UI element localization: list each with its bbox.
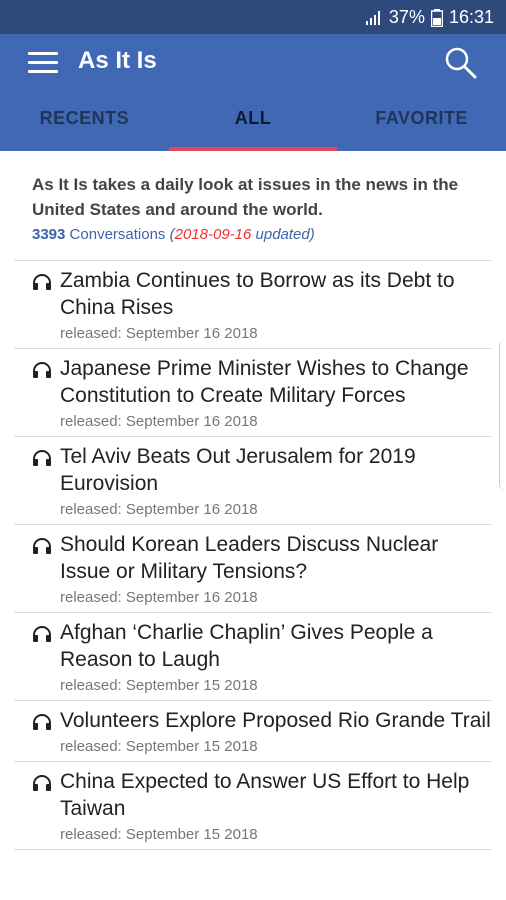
list-item[interactable]: Should Korean Leaders Discuss Nuclear Is… bbox=[14, 525, 492, 613]
scroll-edge-indicator bbox=[499, 340, 506, 490]
battery-icon bbox=[430, 8, 443, 27]
episode-list: Zambia Continues to Borrow as its Debt t… bbox=[14, 260, 492, 850]
headphone-icon bbox=[33, 362, 51, 378]
clock: 16:31 bbox=[448, 7, 494, 27]
list-item[interactable]: Afghan ‘Charlie Chaplin’ Gives People a … bbox=[14, 613, 492, 701]
search-icon[interactable] bbox=[444, 46, 478, 80]
episode-title: Tel Aviv Beats Out Jerusalem for 2019 Eu… bbox=[60, 445, 416, 495]
list-item[interactable]: Zambia Continues to Borrow as its Debt t… bbox=[14, 261, 492, 349]
program-intro: As It Is takes a daily look at issues in… bbox=[32, 172, 472, 243]
headphone-icon bbox=[33, 538, 51, 554]
headphone-icon bbox=[33, 450, 51, 466]
episode-title: China Expected to Answer US Effort to He… bbox=[60, 770, 470, 820]
episode-title: Afghan ‘Charlie Chaplin’ Gives People a … bbox=[60, 621, 433, 671]
list-item[interactable]: Japanese Prime Minister Wishes to Change… bbox=[14, 349, 492, 437]
headphone-icon bbox=[33, 775, 51, 791]
list-item[interactable]: Tel Aviv Beats Out Jerusalem for 2019 Eu… bbox=[14, 437, 492, 525]
menu-icon[interactable] bbox=[28, 52, 58, 74]
episode-title: Japanese Prime Minister Wishes to Change… bbox=[60, 357, 469, 407]
tab-recents[interactable]: RECENTS bbox=[0, 92, 169, 151]
signal-icon bbox=[365, 10, 380, 25]
list-item[interactable]: China Expected to Answer US Effort to He… bbox=[14, 762, 492, 850]
app-title: As It Is bbox=[78, 47, 157, 74]
conversation-count: 3393 bbox=[32, 226, 66, 243]
tab-bar: RECENTS ALL FAVORITE bbox=[0, 92, 506, 151]
conversations-label: Conversations bbox=[69, 226, 166, 243]
release-date: released: September 16 2018 bbox=[60, 501, 258, 518]
release-date: released: September 16 2018 bbox=[60, 325, 258, 342]
release-date: released: September 15 2018 bbox=[60, 738, 258, 755]
headphone-icon bbox=[33, 714, 51, 730]
headphone-icon bbox=[33, 626, 51, 642]
release-date: released: September 16 2018 bbox=[60, 413, 258, 430]
headphone-icon bbox=[33, 274, 51, 290]
updated-label: updated) bbox=[251, 226, 315, 243]
updated-date: 2018-09-16 bbox=[174, 226, 252, 243]
episode-title: Volunteers Explore Proposed Rio Grande T… bbox=[60, 709, 491, 732]
status-indicators: 37% 16:31 bbox=[365, 7, 494, 28]
release-date: released: September 15 2018 bbox=[60, 677, 258, 694]
list-item[interactable]: Volunteers Explore Proposed Rio Grande T… bbox=[14, 701, 492, 762]
conversation-summary: 3393 Conversations (2018-09-16 updated) bbox=[32, 226, 472, 243]
episode-title: Zambia Continues to Borrow as its Debt t… bbox=[60, 269, 455, 319]
program-description: As It Is takes a daily look at issues in… bbox=[32, 175, 459, 219]
release-date: released: September 16 2018 bbox=[60, 589, 258, 606]
episode-title: Should Korean Leaders Discuss Nuclear Is… bbox=[60, 533, 439, 583]
tab-favorite[interactable]: FAVORITE bbox=[337, 92, 506, 151]
status-bar: 37% 16:31 bbox=[0, 0, 506, 34]
app-bar: As It Is bbox=[0, 34, 506, 92]
battery-percent: 37% bbox=[388, 7, 425, 27]
tab-all[interactable]: ALL bbox=[168, 92, 338, 151]
release-date: released: September 15 2018 bbox=[60, 826, 258, 843]
